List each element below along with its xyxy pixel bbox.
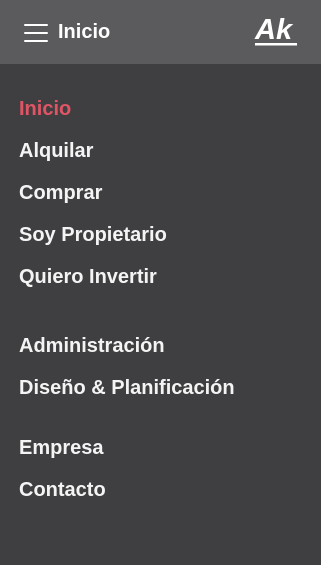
menu-item-administracion[interactable]: Administración: [19, 334, 165, 358]
menu-item-inicio[interactable]: Inicio: [19, 97, 71, 121]
hamburger-line-bottom: [24, 40, 48, 42]
menu-item-empresa[interactable]: Empresa: [19, 436, 104, 460]
menu-item-comprar[interactable]: Comprar: [19, 181, 102, 205]
hamburger-line-middle: [24, 32, 48, 34]
logo-underline: [255, 43, 297, 46]
hamburger-line-top: [24, 24, 48, 26]
menu-item-quiero-invertir[interactable]: Quiero Invertir: [19, 265, 157, 289]
mobile-app: Inicio Ak Inicio Alquilar Comprar Soy Pr…: [0, 0, 321, 565]
hamburger-menu-icon[interactable]: [24, 23, 48, 43]
menu-item-alquilar[interactable]: Alquilar: [19, 139, 93, 163]
page-title: Inicio: [58, 21, 111, 43]
brand-logo[interactable]: Ak: [254, 12, 298, 48]
main-menu: Inicio Alquilar Comprar Soy Propietario …: [0, 64, 321, 565]
ak-logo-icon: Ak: [254, 14, 297, 46]
menu-item-soy-propietario[interactable]: Soy Propietario: [19, 223, 167, 247]
menu-item-diseno-planificacion[interactable]: Diseño & Planificación: [19, 376, 235, 400]
logo-text: Ak: [254, 14, 294, 46]
top-bar: Inicio Ak: [0, 0, 321, 64]
menu-item-contacto[interactable]: Contacto: [19, 478, 106, 502]
